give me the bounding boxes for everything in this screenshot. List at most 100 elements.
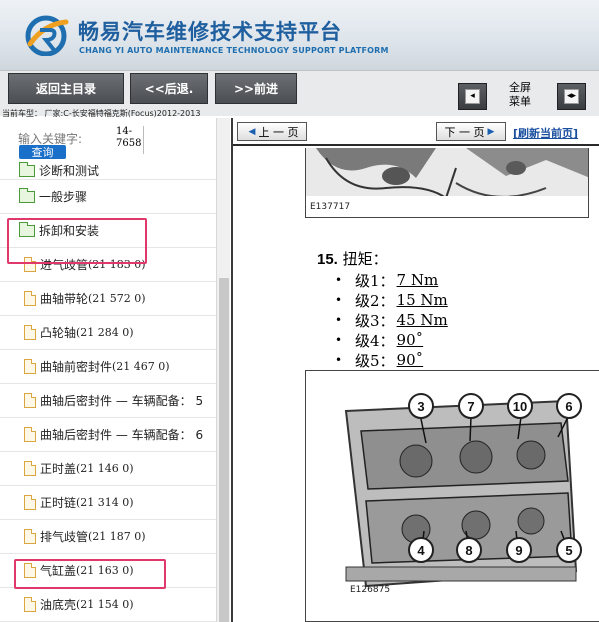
- keyword-value-line2: 7658: [116, 138, 142, 149]
- forward-button[interactable]: >>前进: [215, 73, 297, 104]
- figure-cylinder-head-bolts: 3 7 10 6 4 8 9 5 E126875: [305, 370, 599, 622]
- fullscreen-menu-label[interactable]: 全屏 菜单: [505, 81, 535, 109]
- document-icon: [24, 393, 36, 408]
- brand-subtitle: CHANG YI AUTO MAINTENANCE TECHNOLOGY SUP…: [79, 46, 389, 55]
- collapse-menu-button[interactable]: ◂: [458, 83, 487, 110]
- document-icon: [24, 495, 36, 510]
- keyword-input[interactable]: 14- 7658: [116, 126, 144, 154]
- brand-title: 畅易汽车维修技术支持平台: [78, 20, 342, 44]
- next-page-button[interactable]: 下 一 页 ▶: [436, 122, 506, 141]
- document-icon: [24, 325, 36, 340]
- torque-level: 级1：: [355, 271, 395, 290]
- tree-item-code: (21 284 0): [76, 326, 134, 339]
- next-page-label: 下 一 页: [444, 125, 485, 139]
- sidebar: 输入关键字: 14- 7658 查询 诊断和测试 一般步骤 拆卸和安装 进气歧管…: [0, 118, 230, 622]
- torque-list: • 级1： 7 Nm • 级2： 15 Nm • 级3： 45 Nm • 级4：: [335, 270, 448, 370]
- tree-item-crankshaft-rear-seal-6[interactable]: 曲轴后密封件 — 车辆配备： 6: [0, 418, 216, 452]
- bolt-callout: 6: [556, 393, 582, 419]
- tree-item-removal-installation[interactable]: 拆卸和安装: [0, 214, 216, 248]
- torque-value: 15 Nm: [396, 291, 448, 309]
- tree-item-code: (21 154 0): [76, 598, 134, 611]
- bolt-callout: 9: [506, 537, 532, 563]
- tree-item-general-procedures[interactable]: 一般步骤: [0, 180, 216, 214]
- tree-item-label: 拆卸和安装: [39, 224, 100, 238]
- document-page: E137717 15. 扭矩： • 级1： 7 Nm • 级2： 15 Nm •…: [233, 148, 599, 622]
- bullet-icon: •: [335, 333, 343, 347]
- bolt-callout: 10: [507, 393, 533, 419]
- document-icon: [24, 597, 36, 612]
- folder-icon: [19, 162, 35, 177]
- open-folder-icon: [19, 221, 35, 237]
- back-button[interactable]: <<后退.: [130, 73, 208, 104]
- step-title-text: 扭矩：: [342, 250, 388, 268]
- sidebar-scrollbar[interactable]: [216, 118, 230, 622]
- home-button[interactable]: 返回主目录: [8, 73, 124, 104]
- tree-item-code: (21 187 0): [88, 530, 146, 543]
- triangle-left-icon: ◀: [248, 126, 256, 137]
- triangle-right-icon: ▶: [487, 126, 495, 137]
- keyword-value-line1: 14-: [116, 126, 133, 137]
- refresh-page-link[interactable]: [刷新当前页]: [513, 125, 578, 141]
- prev-page-label: 上 一 页: [258, 125, 299, 139]
- tree-item-code: (21 183 0): [88, 258, 146, 271]
- torque-item: • 级2： 15 Nm: [335, 290, 448, 310]
- tree-item-code: (21 314 0): [76, 496, 134, 509]
- tree-item-timing-cover[interactable]: 正时盖 (21 146 0): [0, 452, 216, 486]
- step-heading: 15. 扭矩：: [317, 248, 388, 269]
- tree-item-label: 曲轴带轮: [40, 292, 89, 306]
- fullscreen-label-line2: 菜单: [509, 95, 531, 108]
- tree-item-crankshaft-front-seal[interactable]: 曲轴前密封件 (21 467 0): [0, 350, 216, 384]
- step-number: 15.: [317, 251, 338, 268]
- tree-item-intake-manifold[interactable]: 进气歧管 (21 183 0): [0, 248, 216, 282]
- document-icon: [24, 461, 36, 476]
- torque-level: 级3：: [355, 311, 395, 330]
- torque-level: 级5：: [355, 351, 395, 370]
- tree-item-label: 曲轴前密封件: [40, 360, 113, 374]
- tree-item-oil-pan[interactable]: 油底壳 (21 154 0): [0, 588, 216, 622]
- app-window: 畅易汽车维修技术支持平台 CHANG YI AUTO MAINTENANCE T…: [0, 0, 599, 622]
- tree-item-timing-chain[interactable]: 正时链 (21 314 0): [0, 486, 216, 520]
- bullet-icon: •: [335, 353, 343, 367]
- bullet-icon: •: [335, 293, 343, 307]
- prev-page-button[interactable]: ◀ 上 一 页: [237, 122, 307, 141]
- bullet-icon: •: [335, 273, 343, 287]
- expand-fullscreen-button[interactable]: ◂▸: [557, 83, 586, 110]
- tree-item-label: 一般步骤: [39, 190, 88, 204]
- tree-item-label: 诊断和测试: [39, 164, 100, 178]
- tree-item-exhaust-manifold[interactable]: 排气歧管 (21 187 0): [0, 520, 216, 554]
- torque-item: • 级1： 7 Nm: [335, 270, 448, 290]
- tree-item-label: 排气歧管: [40, 530, 89, 544]
- torque-level: 级2：: [355, 291, 395, 310]
- document-icon: [24, 257, 36, 272]
- tree-item-camshaft[interactable]: 凸轮轴 (21 284 0): [0, 316, 216, 350]
- tree-item-code: (21 163 0): [76, 564, 134, 577]
- folder-icon: [19, 187, 35, 203]
- tree-item-crankshaft-rear-seal-5[interactable]: 曲轴后密封件 — 车辆配备： 5: [0, 384, 216, 418]
- bolt-callout: 4: [408, 537, 434, 563]
- torque-item: • 级4： 90˚: [335, 330, 448, 350]
- collapse-icon: ◂: [465, 89, 480, 104]
- brand-logo-icon: [25, 15, 69, 56]
- tree-item-label: 曲轴后密封件 — 车辆配备： 6: [40, 428, 204, 442]
- tree-item-label: 正时链: [40, 496, 77, 510]
- tree-item-label: 正时盖: [40, 462, 77, 476]
- tree-item-diagnosis[interactable]: 诊断和测试: [0, 162, 216, 180]
- tree-item-crankshaft-pulley[interactable]: 曲轴带轮 (21 572 0): [0, 282, 216, 316]
- fullscreen-label-line1: 全屏: [509, 81, 531, 94]
- page-nav: ◀ 上 一 页 下 一 页 ▶ [刷新当前页]: [233, 118, 599, 146]
- toolbar: 返回主目录 <<后退. >>前进 ◂ 全屏 菜单 ◂▸ 当前车型： 厂家:C-长…: [0, 70, 599, 118]
- document-icon: [24, 359, 36, 374]
- figure-2-id: E126875: [350, 585, 391, 595]
- tree-item-cylinder-head[interactable]: 气缸盖 (21 163 0): [0, 554, 216, 588]
- query-button[interactable]: 查询: [19, 145, 66, 159]
- document-icon: [24, 563, 36, 578]
- document-icon: [24, 529, 36, 544]
- tree-item-code: (21 572 0): [88, 292, 146, 305]
- scrollbar-thumb[interactable]: [219, 278, 229, 622]
- document-icon: [24, 427, 36, 442]
- bolt-callout: 8: [456, 537, 482, 563]
- torque-level: 级4：: [355, 331, 395, 350]
- tree-item-label: 曲轴后密封件 — 车辆配备： 5: [40, 394, 204, 408]
- torque-item: • 级5： 90˚: [335, 350, 448, 370]
- torque-item: • 级3： 45 Nm: [335, 310, 448, 330]
